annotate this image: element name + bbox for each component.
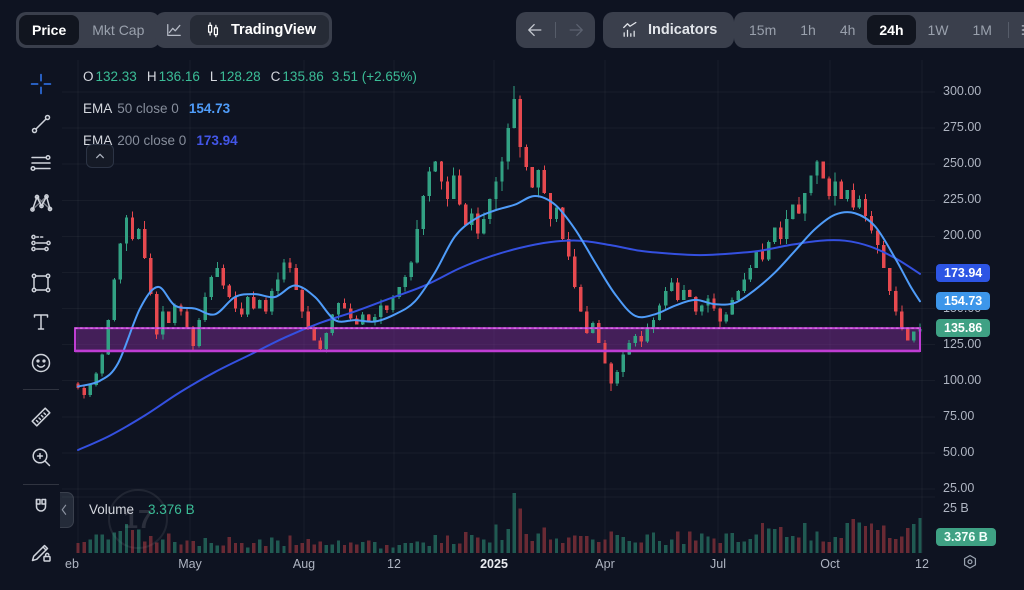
ema-params: 50 close 0 <box>117 101 179 116</box>
rectangle-icon <box>29 271 53 295</box>
sliders-icon <box>1019 20 1024 40</box>
line-chart-button[interactable] <box>158 15 190 45</box>
legend-collapse-button[interactable] <box>86 144 114 168</box>
emoji-tool[interactable] <box>28 350 54 376</box>
ohlc-value: 136.16 <box>159 69 200 84</box>
trend-line-icon <box>29 112 53 136</box>
xabcd-pattern-tool[interactable] <box>28 190 54 216</box>
rectangle-tool[interactable] <box>28 270 54 296</box>
crosshair-tool[interactable] <box>28 71 54 97</box>
ruler-tool[interactable] <box>28 404 54 430</box>
price-change: 3.51 (+2.65%) <box>332 69 417 84</box>
gear-icon <box>960 553 980 573</box>
volume-value: 3.376 B <box>148 502 195 517</box>
forecast-icon <box>29 231 53 255</box>
ema-title: EMA <box>83 101 112 116</box>
time-tick: Aug <box>293 557 315 571</box>
arrow-left-icon <box>525 20 545 40</box>
volume-label: Volume <box>89 502 134 517</box>
zoom-in-tool[interactable] <box>28 444 54 470</box>
nav-history-group <box>516 12 595 48</box>
indicators-icon <box>620 20 640 40</box>
ema-params: 200 close 0 <box>117 133 186 148</box>
chevron-up-icon <box>90 146 110 166</box>
ohlc-key: C <box>271 69 281 84</box>
xabcd-pattern-icon <box>29 191 53 215</box>
mktcap-tab[interactable]: Mkt Cap <box>79 15 157 45</box>
volume-tick: 25 B <box>943 501 969 515</box>
time-tick: May <box>178 557 202 571</box>
ema50-line <box>78 196 920 387</box>
sidebar-divider <box>23 484 59 485</box>
timeframe-4h[interactable]: 4h <box>828 15 868 45</box>
candlestick-icon <box>203 20 223 40</box>
horizontal-lines-icon <box>29 151 53 175</box>
arrow-right-icon <box>566 20 586 40</box>
horizontal-lines-tool[interactable] <box>28 150 54 176</box>
ohlc-legend: O132.33 H136.16 L128.28 C135.86 3.51 (+2.65%… <box>83 66 417 86</box>
ohlc-value: 132.33 <box>96 69 137 84</box>
indicators-button[interactable]: Indicators <box>606 12 731 48</box>
line-chart-icon <box>164 20 184 40</box>
price-mktcap-toggle: Price Mkt Cap <box>16 12 160 48</box>
magnet-icon <box>29 496 53 520</box>
timeframe-group: 15m1h4h24h1W1M <box>734 12 1024 48</box>
magnet-tool[interactable] <box>28 495 54 521</box>
time-tick: 2025 <box>480 557 508 571</box>
timeframe-1M[interactable]: 1M <box>961 15 1004 45</box>
indicators-group: Indicators <box>603 12 734 48</box>
time-tick: 12 <box>915 557 929 571</box>
ema-value: 154.73 <box>189 101 230 116</box>
timeframe-24h[interactable]: 24h <box>867 15 915 45</box>
time-tick: Oct <box>820 557 839 571</box>
ema-value: 173.94 <box>196 133 237 148</box>
pencil-lock-icon <box>29 540 53 564</box>
divider <box>555 22 556 38</box>
tradingview-tab[interactable]: TradingView <box>190 15 329 45</box>
chart-source-toggle: TradingView <box>155 12 332 48</box>
crosshair-icon <box>29 72 53 96</box>
time-tick: Jul <box>710 557 726 571</box>
trading-chart-app: Price Mkt Cap TradingView Indicators 15m… <box>0 0 1024 590</box>
indicators-label: Indicators <box>648 22 717 38</box>
ohlc-key: L <box>210 69 218 84</box>
sidebar-divider <box>23 389 59 390</box>
ohlc-value: 128.28 <box>219 69 260 84</box>
tradingview-label: TradingView <box>231 22 316 38</box>
ruler-icon <box>29 405 53 429</box>
timeframe-15m[interactable]: 15m <box>737 15 788 45</box>
divider <box>1008 22 1009 38</box>
ema-50-legend-row[interactable]: EMA 50 close 0 154.73 <box>83 98 230 118</box>
ohlc-value: 135.86 <box>282 69 323 84</box>
time-tick: Apr <box>595 557 614 571</box>
back-button[interactable] <box>519 15 551 45</box>
pane-settings-button[interactable] <box>956 549 984 577</box>
chart-settings-button[interactable] <box>1013 15 1024 45</box>
pencil-lock-tool[interactable] <box>28 539 54 565</box>
ohlc-key: H <box>147 69 157 84</box>
text-icon <box>29 310 53 334</box>
zoom-in-icon <box>29 445 53 469</box>
trend-line-tool[interactable] <box>28 111 54 137</box>
volume-badge: 3.376 B <box>936 528 996 546</box>
timeframe-1W[interactable]: 1W <box>916 15 961 45</box>
emoji-icon <box>29 351 53 375</box>
forward-button[interactable] <box>560 15 592 45</box>
time-tick: eb <box>65 557 79 571</box>
ohlc-key: O <box>83 69 94 84</box>
price-tab[interactable]: Price <box>19 15 79 45</box>
text-tool[interactable] <box>28 309 54 335</box>
volume-legend: Volume 3.376 B <box>89 502 195 517</box>
timeframe-1h[interactable]: 1h <box>788 15 828 45</box>
forecast-tool[interactable] <box>28 230 54 256</box>
time-tick: 12 <box>387 557 401 571</box>
